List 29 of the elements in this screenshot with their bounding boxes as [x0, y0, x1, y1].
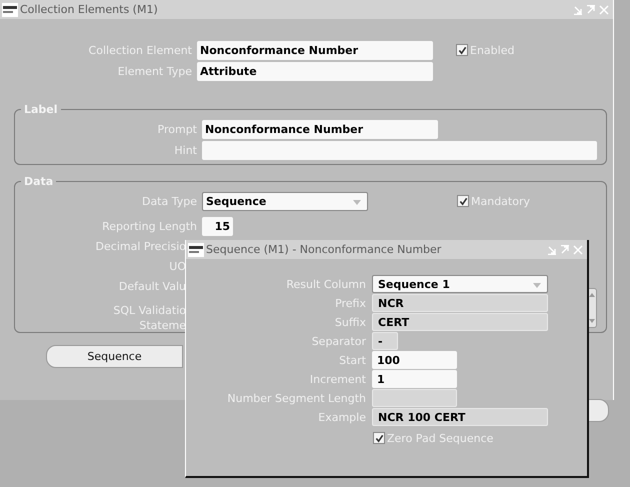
- text-field[interactable]: Nonconformance Number: [197, 40, 433, 60]
- text-field[interactable]: 100: [372, 351, 457, 369]
- checkbox[interactable]: [456, 44, 468, 56]
- dropdown[interactable]: Sequence: [202, 192, 368, 210]
- checkbox[interactable]: [373, 432, 385, 444]
- maximize-icon[interactable]: [586, 4, 596, 14]
- logo-icon: [2, 2, 18, 16]
- caret-icon: [533, 283, 541, 288]
- checkbox[interactable]: [457, 195, 469, 207]
- window-title: Collection Elements (M1): [20, 3, 158, 16]
- text-field[interactable]: 15: [202, 216, 233, 236]
- scroll-up-icon[interactable]: [588, 293, 594, 297]
- group-title: Data: [23, 175, 54, 188]
- window-title: Sequence (M1) - Nonconformance Number: [206, 243, 442, 256]
- logo-icon: [188, 242, 204, 256]
- text-field[interactable]: Attribute: [197, 62, 433, 80]
- caret-icon: [353, 200, 361, 204]
- text-field[interactable]: [202, 140, 597, 160]
- text-field[interactable]: 1: [372, 370, 457, 388]
- sequence-button[interactable]: Sequence: [46, 345, 183, 368]
- group-title: Label: [23, 103, 59, 116]
- dropdown[interactable]: Sequence 1: [372, 275, 548, 293]
- text-field[interactable]: Nonconformance Number: [202, 120, 438, 138]
- scroll-down-icon[interactable]: [588, 319, 594, 323]
- maximize-icon[interactable]: [560, 244, 570, 254]
- minimize-icon[interactable]: [573, 4, 583, 14]
- close-icon[interactable]: [599, 4, 609, 14]
- close-icon[interactable]: [573, 244, 583, 254]
- minimize-icon[interactable]: [547, 244, 557, 254]
